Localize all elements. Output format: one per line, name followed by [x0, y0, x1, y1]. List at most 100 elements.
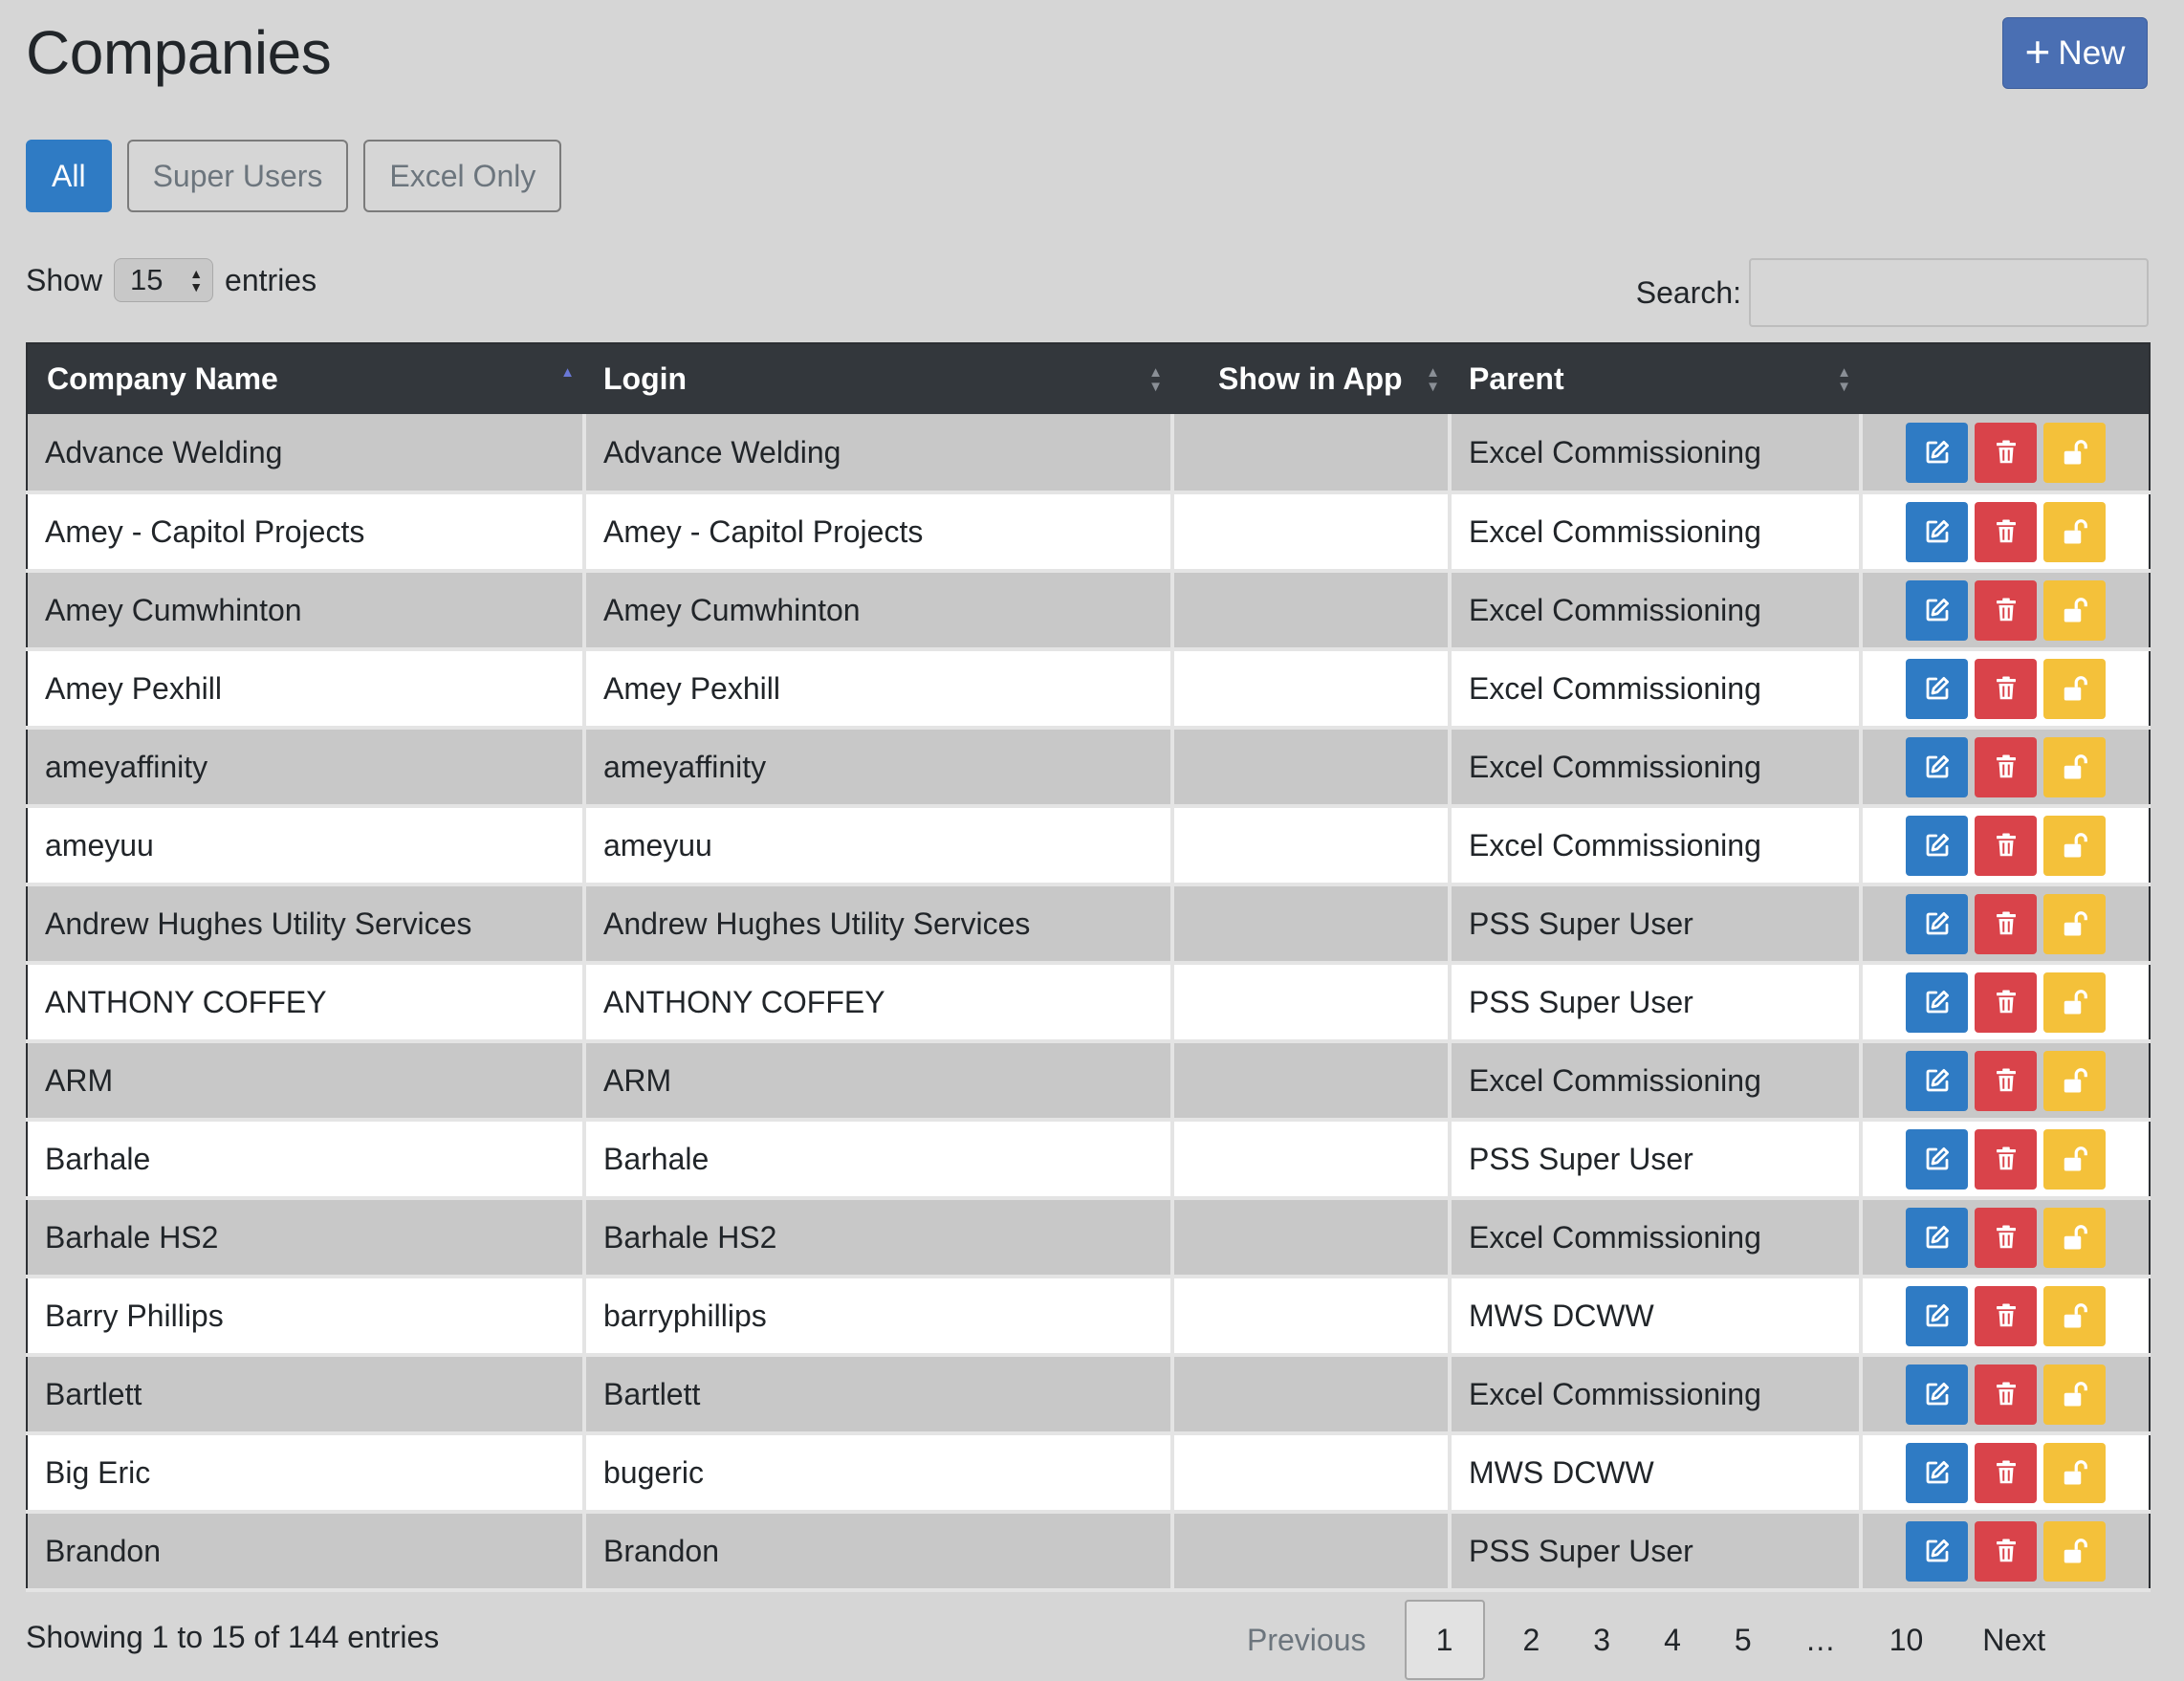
- filter-all-button[interactable]: All: [26, 140, 112, 212]
- edit-button[interactable]: [1906, 971, 1968, 1033]
- trash-icon: [1992, 1066, 2020, 1095]
- column-header-login[interactable]: Login ▲ ▼: [584, 343, 1172, 414]
- edit-button[interactable]: [1906, 1128, 1968, 1190]
- edit-icon: [1923, 1458, 1952, 1487]
- edit-button[interactable]: [1906, 1285, 1968, 1346]
- filter-excel-only-button[interactable]: Excel Only: [363, 140, 562, 212]
- pagination-page-5[interactable]: 5: [1708, 1600, 1779, 1680]
- plus-icon: +: [2024, 26, 2051, 76]
- edit-button[interactable]: [1906, 501, 1968, 562]
- unlock-button[interactable]: [2043, 893, 2106, 954]
- show-in-app-cell: [1172, 1120, 1452, 1200]
- column-header-show-in-app[interactable]: Show in App ▲ ▼: [1172, 343, 1450, 414]
- login-cell: barryphillips: [584, 1277, 1174, 1357]
- unlock-button[interactable]: [2043, 1364, 2106, 1425]
- company-name-cell: Amey Pexhill: [27, 649, 586, 730]
- unlock-button[interactable]: [2043, 422, 2106, 483]
- unlock-button[interactable]: [2043, 658, 2106, 719]
- delete-button[interactable]: [1975, 658, 2037, 719]
- edit-button[interactable]: [1906, 1207, 1968, 1268]
- edit-button[interactable]: [1906, 579, 1968, 641]
- row-actions: [1880, 1442, 2131, 1503]
- parent-cell: PSS Super User: [1450, 1120, 1863, 1200]
- show-in-app-cell: [1172, 1355, 1452, 1435]
- edit-button[interactable]: [1906, 893, 1968, 954]
- unlock-button[interactable]: [2043, 501, 2106, 562]
- login-cell: Barhale HS2: [584, 1198, 1174, 1278]
- delete-button[interactable]: [1975, 1207, 2037, 1268]
- select-arrows-icon: ▲ ▼: [189, 266, 204, 295]
- edit-button[interactable]: [1906, 815, 1968, 876]
- unlock-icon: [2061, 674, 2089, 703]
- show-in-app-cell: [1172, 571, 1452, 651]
- pagination-page-4[interactable]: 4: [1637, 1600, 1708, 1680]
- new-button-label: New: [2058, 33, 2126, 72]
- entries-per-page-value: 15: [130, 263, 164, 296]
- actions-cell: [1861, 1120, 2150, 1200]
- login-cell: ARM: [584, 1041, 1174, 1122]
- parent-cell: PSS Super User: [1450, 1512, 1863, 1592]
- unlock-button[interactable]: [2043, 579, 2106, 641]
- delete-button[interactable]: [1975, 1050, 2037, 1111]
- column-header-company-name[interactable]: Company Name ▲▼: [27, 343, 584, 414]
- unlock-button[interactable]: [2043, 815, 2106, 876]
- delete-button[interactable]: [1975, 579, 2037, 641]
- pagination-page-3[interactable]: 3: [1566, 1600, 1637, 1680]
- edit-button[interactable]: [1906, 736, 1968, 797]
- pagination-previous[interactable]: Previous: [1224, 1600, 1405, 1680]
- show-in-app-cell: [1172, 728, 1452, 808]
- delete-button[interactable]: [1975, 1364, 2037, 1425]
- search-input[interactable]: [1749, 258, 2149, 327]
- table-row: ameyuu ameyuu Excel Commissioning: [27, 806, 2150, 886]
- login-cell: bugeric: [584, 1433, 1174, 1514]
- delete-button[interactable]: [1975, 893, 2037, 954]
- delete-button[interactable]: [1975, 501, 2037, 562]
- pagination-page-1[interactable]: 1: [1404, 1600, 1485, 1680]
- delete-button[interactable]: [1975, 736, 2037, 797]
- company-name-cell: Bartlett: [27, 1355, 586, 1435]
- parent-cell: MWS DCWW: [1450, 1433, 1863, 1514]
- delete-button[interactable]: [1975, 422, 2037, 483]
- unlock-button[interactable]: [2043, 1520, 2106, 1582]
- trash-icon: [1992, 753, 2020, 781]
- unlock-icon: [2061, 596, 2089, 624]
- parent-cell: PSS Super User: [1450, 963, 1863, 1043]
- column-header-label: Company Name: [47, 361, 278, 396]
- delete-button[interactable]: [1975, 815, 2037, 876]
- row-actions: [1880, 1364, 2131, 1425]
- pagination-next[interactable]: Next: [1950, 1600, 2072, 1680]
- entries-per-page-select[interactable]: 15 ▲ ▼: [114, 258, 214, 302]
- edit-button[interactable]: [1906, 1520, 1968, 1582]
- show-in-app-cell: [1172, 414, 1452, 494]
- unlock-button[interactable]: [2043, 736, 2106, 797]
- unlock-icon: [2061, 1380, 2089, 1408]
- edit-button[interactable]: [1906, 1364, 1968, 1425]
- unlock-button[interactable]: [2043, 971, 2106, 1033]
- delete-button[interactable]: [1975, 1128, 2037, 1190]
- delete-button[interactable]: [1975, 971, 2037, 1033]
- unlock-button[interactable]: [2043, 1207, 2106, 1268]
- login-cell: Amey Cumwhinton: [584, 571, 1174, 651]
- column-header-parent[interactable]: Parent ▲ ▼: [1450, 343, 1861, 414]
- unlock-button[interactable]: [2043, 1128, 2106, 1190]
- new-company-button[interactable]: + New: [2002, 17, 2148, 89]
- unlock-button[interactable]: [2043, 1442, 2106, 1503]
- pagination-page-10[interactable]: 10: [1863, 1600, 1951, 1680]
- unlock-button[interactable]: [2043, 1285, 2106, 1346]
- pagination-page-2[interactable]: 2: [1496, 1600, 1567, 1680]
- unlock-button[interactable]: [2043, 1050, 2106, 1111]
- filter-super-users-button[interactable]: Super Users: [126, 140, 349, 212]
- edit-icon: [1923, 438, 1952, 467]
- trash-icon: [1992, 1145, 2020, 1173]
- table-row: ameyaffinity ameyaffinity Excel Commission…: [27, 728, 2150, 808]
- delete-button[interactable]: [1975, 1285, 2037, 1346]
- search-label: Search:: [1635, 274, 1741, 310]
- delete-button[interactable]: [1975, 1520, 2037, 1582]
- login-cell: Brandon: [584, 1512, 1174, 1592]
- table-info: Showing 1 to 15 of 144 entries: [26, 1620, 440, 1654]
- edit-button[interactable]: [1906, 1442, 1968, 1503]
- edit-button[interactable]: [1906, 1050, 1968, 1111]
- edit-button[interactable]: [1906, 422, 1968, 483]
- delete-button[interactable]: [1975, 1442, 2037, 1503]
- edit-button[interactable]: [1906, 658, 1968, 719]
